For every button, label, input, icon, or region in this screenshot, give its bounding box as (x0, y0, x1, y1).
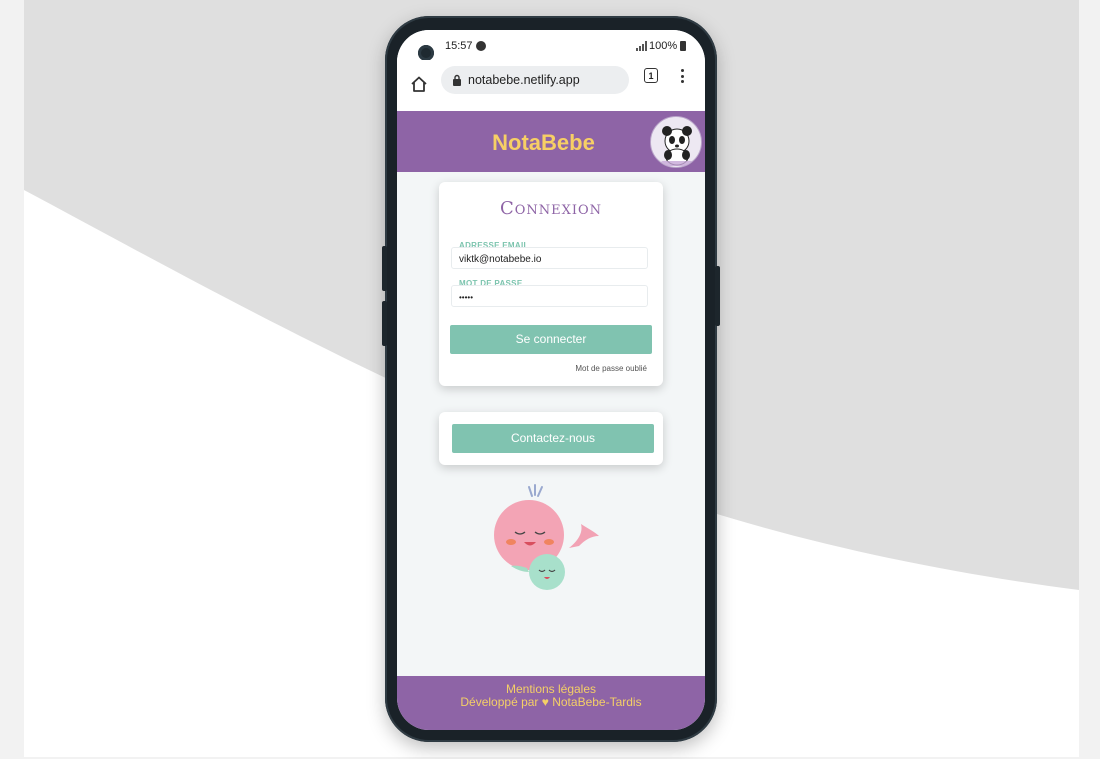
battery-level: 100% (649, 40, 678, 52)
phone-device: 15:57 100% notabebe.netlify.app 1 NotaBe… (382, 16, 720, 742)
login-card: Connexion ADRESSE EMAIL viktk@notabebe.i… (439, 182, 663, 386)
spotify-icon (476, 41, 486, 51)
contact-button[interactable]: Contactez-nous (452, 424, 654, 453)
phone-screen: 15:57 100% notabebe.netlify.app 1 NotaBe… (397, 30, 705, 730)
power-button (715, 266, 720, 326)
forgot-password-link[interactable]: Mot de passe oublié (575, 364, 647, 373)
login-button[interactable]: Se connecter (450, 325, 652, 354)
tabs-icon[interactable]: 1 (644, 68, 658, 83)
volume-button (382, 246, 387, 291)
password-field[interactable]: ••••• (451, 285, 648, 307)
battery-icon (680, 41, 686, 51)
home-icon[interactable] (410, 75, 428, 93)
lock-icon (453, 74, 461, 86)
login-title: Connexion (499, 198, 603, 219)
legal-link[interactable]: Mentions légales (397, 682, 705, 696)
developer-credit: Développé par ♥ NotaBebe-Tardis (460, 695, 642, 709)
whale-illustration (494, 484, 599, 590)
app-footer: Mentions légales Développé par ♥ NotaBeb… (397, 676, 705, 730)
status-time: 15:57 (445, 40, 473, 52)
url-field[interactable]: notabebe.netlify.app (441, 66, 629, 94)
status-bar: 15:57 100% (397, 30, 705, 61)
email-field[interactable]: viktk@notabebe.io (451, 247, 648, 269)
volume-button (382, 301, 387, 346)
panda-logo-icon (650, 116, 702, 168)
signal-icon (636, 41, 648, 51)
brand-title[interactable]: NotaBebe (397, 130, 690, 156)
contact-card: Contactez-nous (439, 412, 663, 465)
browser-url-bar: notabebe.netlify.app 1 (397, 60, 705, 111)
camera-icon (418, 45, 434, 61)
app-header: NotaBebe (397, 111, 705, 172)
url-text: notabebe.netlify.app (468, 73, 580, 87)
more-menu-icon[interactable] (680, 69, 684, 83)
